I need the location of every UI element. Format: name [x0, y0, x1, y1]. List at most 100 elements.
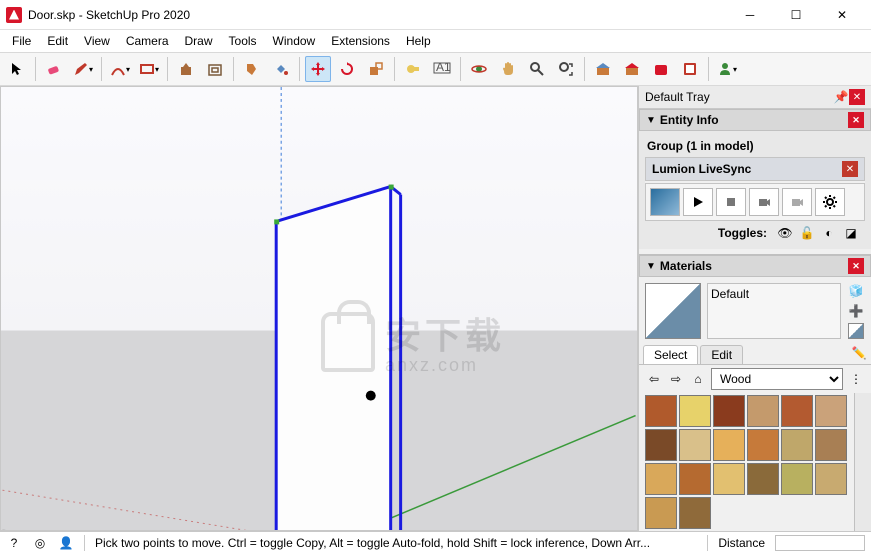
tab-select[interactable]: Select: [643, 345, 698, 364]
nav-home-icon[interactable]: ⌂: [689, 370, 707, 388]
material-name-field[interactable]: Default: [707, 283, 841, 339]
details-menu-icon[interactable]: ⋮: [847, 370, 865, 388]
toggle-visible-icon[interactable]: 👁: [777, 225, 793, 241]
warehouse2-tool[interactable]: [619, 56, 645, 82]
material-swatch[interactable]: [713, 429, 745, 461]
scrollbar[interactable]: [854, 393, 871, 531]
material-category-select[interactable]: Wood: [711, 368, 843, 390]
nav-back-icon[interactable]: ⇦: [645, 370, 663, 388]
entity-info-header[interactable]: ▼Entity Info ✕: [639, 109, 871, 131]
nav-fwd-icon[interactable]: ⇨: [667, 370, 685, 388]
lumion-stop-button[interactable]: [716, 188, 746, 216]
menu-tools[interactable]: Tools: [221, 32, 265, 50]
set-default-icon[interactable]: [848, 323, 864, 339]
tab-edit[interactable]: Edit: [700, 345, 743, 364]
lumion-logo-icon[interactable]: [650, 188, 680, 216]
material-swatch[interactable]: [645, 497, 677, 529]
material-swatch[interactable]: [645, 395, 677, 427]
material-swatch[interactable]: [645, 463, 677, 495]
create-material-icon[interactable]: ➕: [848, 303, 864, 319]
toggle-lock-icon[interactable]: 🔓: [799, 225, 815, 241]
entity-toggles: Toggles: 👁 🔓 ◐ ◪: [645, 221, 865, 245]
extension-tool[interactable]: [648, 56, 674, 82]
layout-tool[interactable]: [677, 56, 703, 82]
menu-window[interactable]: Window: [265, 32, 324, 50]
material-swatch[interactable]: [815, 429, 847, 461]
move-tool[interactable]: [305, 56, 331, 82]
lumion-camera2-button[interactable]: [782, 188, 812, 216]
warehouse-tool[interactable]: [590, 56, 616, 82]
arc-tool[interactable]: ▾: [107, 56, 133, 82]
applycolor-tool[interactable]: [239, 56, 265, 82]
material-swatch[interactable]: [645, 429, 677, 461]
lumion-settings-button[interactable]: [815, 188, 845, 216]
help-icon[interactable]: ?: [6, 535, 22, 551]
panel-close-icon[interactable]: ✕: [848, 112, 864, 128]
menu-edit[interactable]: Edit: [39, 32, 76, 50]
material-swatch[interactable]: [679, 429, 711, 461]
menu-help[interactable]: Help: [398, 32, 439, 50]
zoom-extents-tool[interactable]: [553, 56, 579, 82]
watermark: 安下载 anxz.com: [321, 307, 505, 376]
lumion-close-icon[interactable]: ✕: [842, 161, 858, 177]
maximize-button[interactable]: ☐: [773, 0, 819, 30]
menu-view[interactable]: View: [76, 32, 118, 50]
paintbucket-tool[interactable]: [268, 56, 294, 82]
material-preview-swatch[interactable]: [645, 283, 701, 339]
lumion-play-button[interactable]: [683, 188, 713, 216]
material-swatch[interactable]: [747, 395, 779, 427]
text-tool[interactable]: A1: [429, 56, 455, 82]
distance-label: Distance: [718, 536, 765, 550]
menu-file[interactable]: File: [4, 32, 39, 50]
sketchup-icon: [6, 7, 22, 23]
tray-header[interactable]: Default Tray 📌 ✕: [639, 86, 871, 109]
pan-tool[interactable]: [495, 56, 521, 82]
scale-tool[interactable]: [363, 56, 389, 82]
lumion-camera1-button[interactable]: [749, 188, 779, 216]
distance-input[interactable]: [775, 535, 865, 551]
user-tool[interactable]: ▾: [714, 56, 740, 82]
eyedropper-icon[interactable]: ✏️: [851, 345, 867, 361]
pushpin-icon[interactable]: 📌: [833, 89, 849, 105]
close-button[interactable]: ✕: [819, 0, 865, 30]
material-swatch[interactable]: [747, 429, 779, 461]
window-title: Door.skp - SketchUp Pro 2020: [28, 8, 727, 22]
orbit-tool[interactable]: [466, 56, 492, 82]
material-swatch[interactable]: [781, 463, 813, 495]
geo-icon[interactable]: ◎: [32, 535, 48, 551]
menu-camera[interactable]: Camera: [118, 32, 177, 50]
toggle-shadow-icon[interactable]: ◐: [821, 225, 837, 241]
toggle-shadow2-icon[interactable]: ◪: [843, 225, 859, 241]
display-swatch-icon[interactable]: 🧊: [848, 283, 864, 299]
material-swatch[interactable]: [815, 395, 847, 427]
svg-text:A1: A1: [436, 62, 451, 74]
pushpull-tool[interactable]: [173, 56, 199, 82]
rotate-tool[interactable]: [334, 56, 360, 82]
panel-close-icon[interactable]: ✕: [848, 258, 864, 274]
material-swatch[interactable]: [747, 463, 779, 495]
menu-draw[interactable]: Draw: [177, 32, 221, 50]
offset-tool[interactable]: [202, 56, 228, 82]
material-swatch[interactable]: [679, 395, 711, 427]
material-swatch[interactable]: [713, 395, 745, 427]
material-swatch[interactable]: [781, 395, 813, 427]
status-bar: ? ◎ 👤 Pick two points to move. Ctrl = to…: [0, 531, 871, 553]
tray-close-icon[interactable]: ✕: [849, 89, 865, 105]
lumion-header[interactable]: Lumion LiveSync ✕: [645, 157, 865, 181]
material-swatch[interactable]: [815, 463, 847, 495]
pencil-tool[interactable]: ▾: [70, 56, 96, 82]
materials-header[interactable]: ▼Materials ✕: [639, 255, 871, 277]
zoom-tool[interactable]: [524, 56, 550, 82]
menu-extensions[interactable]: Extensions: [323, 32, 398, 50]
material-swatch[interactable]: [679, 463, 711, 495]
select-tool[interactable]: [4, 56, 30, 82]
eraser-tool[interactable]: [41, 56, 67, 82]
shape-tool[interactable]: ▾: [136, 56, 162, 82]
person-icon[interactable]: 👤: [58, 535, 74, 551]
minimize-button[interactable]: ─: [727, 0, 773, 30]
material-swatch[interactable]: [679, 497, 711, 529]
material-swatch[interactable]: [781, 429, 813, 461]
tape-tool[interactable]: [400, 56, 426, 82]
viewport-3d[interactable]: 安下载 anxz.com Origin in Door: [0, 86, 638, 531]
material-swatch[interactable]: [713, 463, 745, 495]
